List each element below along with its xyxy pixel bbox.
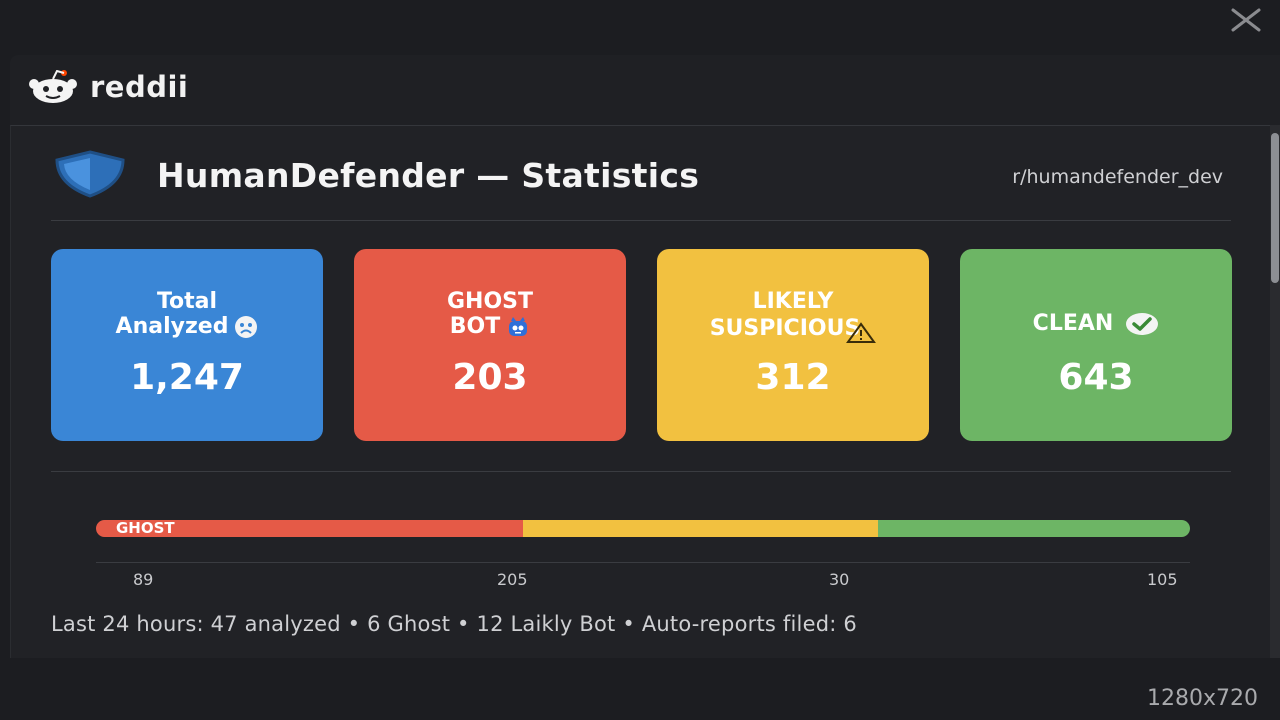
label-text: CLEAN: [1032, 311, 1114, 336]
distribution-segment: [878, 520, 1190, 537]
stat-card-value: 312: [755, 357, 831, 398]
scrollbar-thumb[interactable]: [1271, 133, 1279, 283]
label-text: Analyzed: [115, 314, 229, 339]
distribution-tick: 205: [497, 570, 528, 589]
distribution-tick: 30: [829, 570, 850, 589]
stat-cards: Total Analyzed 1,247 GHOST BOT 203 LIKEL…: [51, 249, 1233, 441]
reddit-alien-logo: [29, 70, 77, 103]
stat-card-value: 643: [1058, 357, 1134, 398]
label-line: Total: [156, 289, 218, 314]
label-text: BOT: [449, 314, 501, 339]
stat-card-value: 1,247: [130, 357, 244, 398]
header-divider: [51, 220, 1231, 221]
stat-card-label: CLEAN: [960, 311, 1232, 336]
summary-text: Last 24 hours: 47 analyzed • 6 Ghost • 1…: [51, 612, 857, 636]
label-line: GHOST: [446, 289, 534, 314]
close-button[interactable]: [1226, 6, 1266, 34]
frown-face-icon: [235, 316, 258, 338]
distribution-segment: GHOST: [96, 520, 523, 537]
label-line: CLEAN: [960, 311, 1232, 336]
shield-icon: [55, 150, 125, 198]
stat-card-ghost-bot[interactable]: GHOST BOT 203: [354, 249, 626, 441]
check-circle-icon: [1126, 313, 1159, 335]
warning-icon: [846, 322, 877, 343]
label-line: LIKELY: [752, 289, 834, 314]
robot-icon: [509, 317, 528, 336]
brand[interactable]: reddii: [26, 67, 188, 107]
distribution-tick: 105: [1147, 570, 1178, 589]
label-line: BOT: [354, 314, 626, 339]
statistics-panel: HumanDefender — Statistics r/humandefend…: [10, 125, 1270, 658]
stat-card-label: GHOST BOT: [354, 289, 626, 339]
label-line: Analyzed: [51, 314, 323, 339]
stat-card-label: Total Analyzed: [51, 289, 323, 339]
subreddit-link[interactable]: r/humandefender_dev: [1012, 166, 1223, 188]
stat-card-total[interactable]: Total Analyzed 1,247: [51, 249, 323, 441]
stat-card-value: 203: [452, 357, 528, 398]
label-line: SUSPICIOUS: [657, 314, 929, 344]
close-icon: [1231, 8, 1261, 32]
distribution-axis: [96, 562, 1190, 563]
resolution-label: 1280x720: [1147, 686, 1258, 711]
cards-divider: [51, 471, 1231, 472]
stat-card-label: LIKELY SUSPICIOUS: [657, 289, 929, 344]
label-text: SUSPICIOUS: [709, 316, 861, 341]
stat-card-likely-suspicious[interactable]: LIKELY SUSPICIOUS 312: [657, 249, 929, 441]
brand-name: reddii: [90, 70, 189, 104]
distribution-tick: 89: [133, 570, 154, 589]
distribution-segment-label: GHOST: [116, 520, 175, 537]
stat-card-clean[interactable]: CLEAN 643: [960, 249, 1232, 441]
app-window: reddii HumanDefender — Statistics r/huma…: [10, 55, 1280, 658]
distribution-segment: [522, 520, 879, 537]
page-title: HumanDefender — Statistics: [157, 156, 700, 195]
panel-header: HumanDefender — Statistics r/humandefend…: [51, 148, 1231, 208]
distribution-bar: GHOST: [96, 520, 1190, 537]
